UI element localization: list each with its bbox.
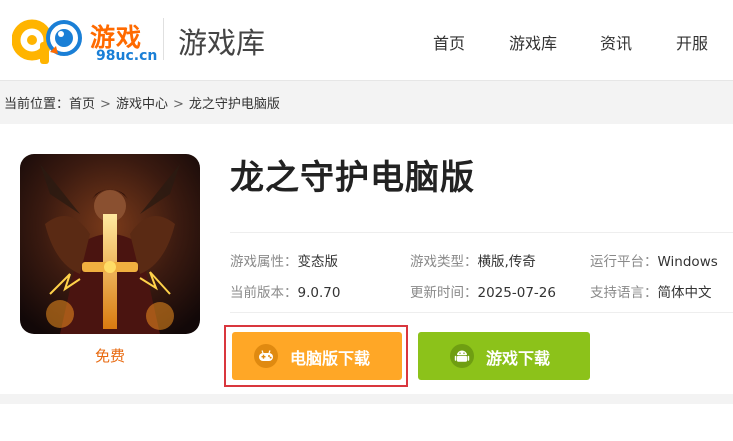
info-value: Windows [657, 254, 718, 270]
info-divider-bottom [230, 312, 733, 313]
nav-item-game-library[interactable]: 游戏库 [509, 30, 557, 54]
game-download-label: 游戏下载 [486, 349, 551, 368]
info-label: 当前版本： [230, 285, 298, 301]
next-section-strip [0, 404, 733, 441]
breadcrumb-separator: > [172, 97, 184, 112]
info-label: 支持语言： [590, 285, 658, 301]
site-header: 游戏 98uc.cn 游戏库 首页 游戏库 资讯 开服 [0, 0, 733, 81]
android-icon [450, 344, 474, 368]
info-game-attribute: 游戏属性：变态版 [230, 250, 338, 270]
game-detail-card: 免费 龙之守护电脑版 游戏属性：变态版 游戏类型：横版,传奇 运行平台：Wind… [0, 124, 733, 394]
breadcrumb-current[interactable]: 龙之守护电脑版 [189, 97, 280, 112]
info-value: 9.0.70 [297, 285, 341, 301]
info-version: 当前版本：9.0.70 [230, 281, 340, 301]
gamepad-icon [254, 344, 278, 368]
info-divider-top [230, 232, 733, 233]
breadcrumb-link-game-center[interactable]: 游戏中心 [116, 97, 168, 112]
breadcrumb-separator: > [100, 97, 111, 112]
game-download-button[interactable]: 游戏下载 [418, 332, 590, 380]
main-nav: 首页 游戏库 资讯 开服 [0, 30, 733, 54]
breadcrumb: 当前位置：首页 > 游戏中心 > 龙之守护电脑版 [4, 93, 280, 112]
info-label: 运行平台： [590, 254, 658, 270]
breadcrumb-link-home[interactable]: 首页 [69, 97, 95, 112]
breadcrumb-prefix: 当前位置： [4, 97, 70, 112]
price-label: 免费 [94, 347, 125, 365]
info-value: 简体中文 [657, 285, 712, 301]
pc-download-label: 电脑版下载 [290, 349, 371, 368]
info-platform: 运行平台：Windows [590, 250, 718, 270]
nav-item-news[interactable]: 资讯 [600, 30, 632, 54]
info-value: 2025-07-26 [477, 285, 556, 301]
nav-item-home[interactable]: 首页 [433, 30, 465, 54]
info-language: 支持语言：简体中文 [590, 281, 712, 301]
info-label: 游戏属性： [230, 254, 298, 270]
game-cover-art-icon [20, 154, 200, 334]
info-label: 更新时间： [410, 285, 478, 301]
game-cover-image[interactable] [20, 154, 200, 334]
info-value: 横版,传奇 [477, 254, 536, 270]
pc-download-button[interactable]: 电脑版下载 [232, 332, 402, 380]
info-update-time: 更新时间：2025-07-26 [410, 281, 556, 301]
info-value: 变态版 [297, 254, 339, 270]
nav-item-servers[interactable]: 开服 [676, 30, 708, 54]
info-label: 游戏类型： [410, 254, 478, 270]
info-game-type: 游戏类型：横版,传奇 [410, 250, 536, 270]
game-title: 龙之守护电脑版 [230, 158, 475, 198]
